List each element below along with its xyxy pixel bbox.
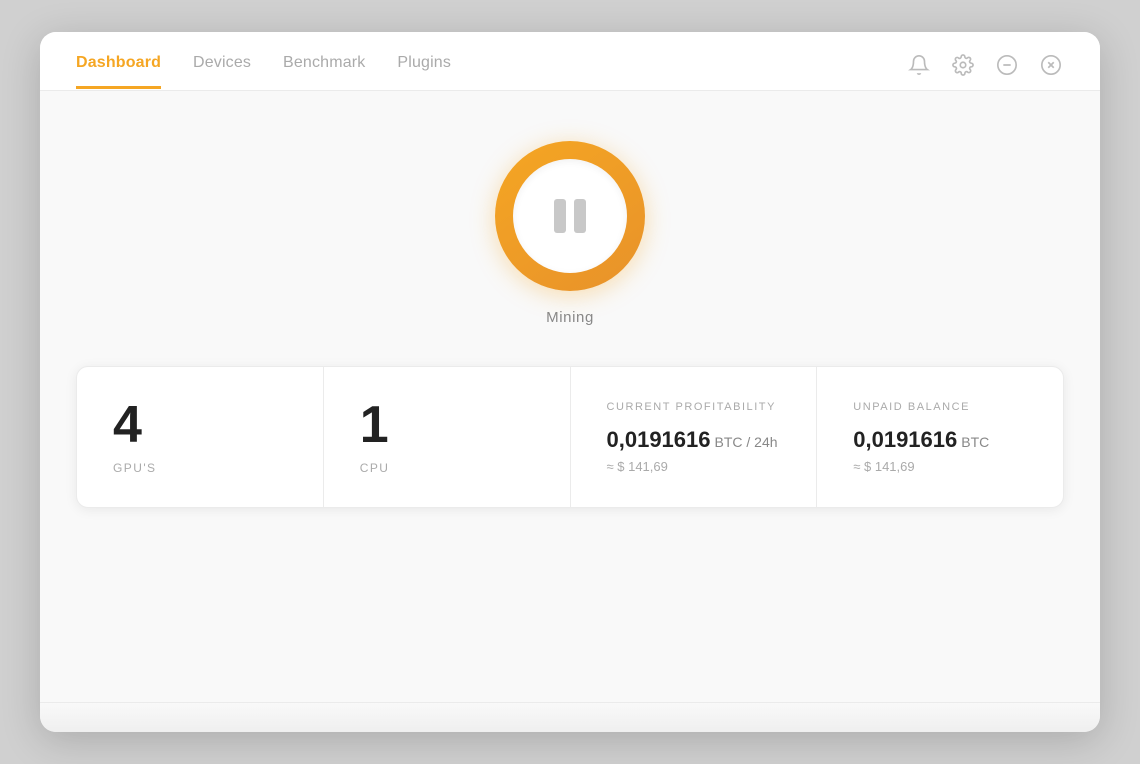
settings-icon[interactable] xyxy=(950,52,976,78)
mining-label: Mining xyxy=(546,309,594,326)
gpu-stat-card: 4 GPU'S xyxy=(77,367,324,507)
gpu-label: GPU'S xyxy=(113,461,157,475)
nav-bar: Dashboard Devices Benchmark Plugins xyxy=(40,32,1100,91)
profitability-card: CURRENT PROFITABILITY 0,0191616BTC / 24h… xyxy=(571,367,818,507)
balance-title: UNPAID BALANCE xyxy=(853,401,970,413)
nav-right xyxy=(906,52,1064,90)
balance-btc-value: 0,0191616 xyxy=(853,427,957,452)
profitability-value: 0,0191616BTC / 24h xyxy=(607,427,778,453)
nav-item-devices[interactable]: Devices xyxy=(193,54,251,89)
mining-button-inner xyxy=(513,159,627,273)
mining-button[interactable] xyxy=(495,141,645,291)
stats-row: 4 GPU'S 1 CPU CURRENT PROFITABILITY 0,01… xyxy=(76,366,1064,508)
balance-card: UNPAID BALANCE 0,0191616BTC ≈ $ 141,69 xyxy=(817,367,1063,507)
balance-value: 0,0191616BTC xyxy=(853,427,989,453)
balance-unit: BTC xyxy=(961,434,989,450)
nav-item-plugins[interactable]: Plugins xyxy=(397,54,451,89)
mining-button-wrap xyxy=(495,141,645,291)
cpu-count: 1 xyxy=(360,399,389,451)
cpu-label: CPU xyxy=(360,461,390,475)
profitability-btc-value: 0,0191616 xyxy=(607,427,711,452)
balance-usd: ≈ $ 141,69 xyxy=(853,459,914,474)
app-window: Dashboard Devices Benchmark Plugins xyxy=(40,32,1100,732)
profitability-usd: ≈ $ 141,69 xyxy=(607,459,668,474)
nav-item-benchmark[interactable]: Benchmark xyxy=(283,54,365,89)
nav-left: Dashboard Devices Benchmark Plugins xyxy=(76,54,451,89)
pause-icon xyxy=(554,199,586,233)
pause-bar-left xyxy=(554,199,566,233)
pause-bar-right xyxy=(574,199,586,233)
gpu-count: 4 xyxy=(113,399,142,451)
close-icon[interactable] xyxy=(1038,52,1064,78)
nav-item-dashboard[interactable]: Dashboard xyxy=(76,54,161,89)
bell-icon[interactable] xyxy=(906,52,932,78)
minimize-icon[interactable] xyxy=(994,52,1020,78)
profitability-unit: BTC / 24h xyxy=(715,434,778,450)
profitability-title: CURRENT PROFITABILITY xyxy=(607,401,776,413)
main-content: Mining 4 GPU'S 1 CPU CURRENT PROFITABILI… xyxy=(40,91,1100,702)
cpu-stat-card: 1 CPU xyxy=(324,367,571,507)
bottom-hint xyxy=(40,702,1100,732)
mining-section: Mining xyxy=(495,141,645,326)
